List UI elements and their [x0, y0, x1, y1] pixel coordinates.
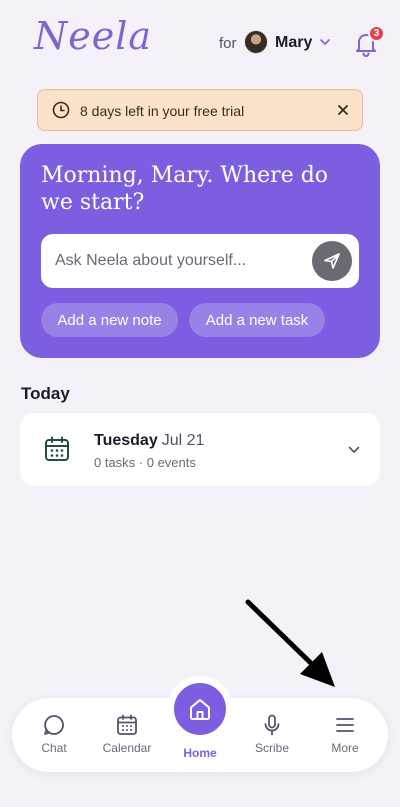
ask-neela-card: Morning, Mary. Where do we start? Add a … [20, 144, 380, 358]
close-icon[interactable] [333, 100, 353, 120]
menu-icon [336, 718, 354, 732]
send-icon [324, 253, 340, 269]
microphone-icon [264, 714, 280, 736]
day-title: Tuesday Jul 21 [94, 432, 204, 450]
today-day-card[interactable]: Tuesday Jul 21 0 tasks · 0 events [20, 413, 380, 486]
nav-label-chat: Chat [41, 741, 67, 755]
chevron-down-icon[interactable] [347, 443, 361, 457]
send-button[interactable] [312, 241, 352, 281]
nav-item-home[interactable] [174, 683, 226, 735]
nav-item-more[interactable]: More [310, 698, 380, 772]
trial-banner: 8 days left in your free trial [37, 89, 363, 131]
greeting-heading: Morning, Mary. Where do we start? [41, 163, 329, 215]
calendar-icon [117, 714, 137, 735]
nav-item-chat[interactable]: Chat [19, 698, 89, 772]
app-logo[interactable]: Neela [34, 14, 152, 58]
nav-item-calendar[interactable]: Calendar [92, 698, 162, 772]
calendar-icon [45, 436, 69, 461]
clock-icon [52, 101, 70, 119]
for-label: for [219, 35, 237, 52]
nav-label-more: More [331, 741, 359, 755]
home-icon [190, 699, 210, 720]
nav-label-home: Home [183, 746, 217, 760]
ask-input[interactable] [55, 234, 295, 288]
user-name[interactable]: Mary [275, 34, 312, 52]
today-heading: Today [21, 384, 70, 403]
day-date: Jul 21 [161, 432, 205, 449]
day-summary: 0 tasks · 0 events [94, 455, 196, 470]
ask-box [41, 234, 359, 288]
notification-badge: 3 [368, 25, 385, 42]
nav-label-calendar: Calendar [102, 741, 152, 755]
chevron-down-icon[interactable] [318, 35, 332, 49]
annotation-arrow [245, 599, 335, 687]
day-name: Tuesday [94, 432, 158, 449]
trial-text: 8 days left in your free trial [80, 103, 245, 119]
nav-label-scribe: Scribe [254, 741, 289, 755]
add-task-button[interactable]: Add a new task [189, 303, 325, 337]
chat-icon [44, 715, 64, 735]
add-note-button[interactable]: Add a new note [41, 303, 178, 337]
nav-item-scribe[interactable]: Scribe [237, 698, 307, 772]
app-header: Neela for Mary 3 [0, 0, 400, 80]
avatar[interactable] [244, 30, 268, 54]
